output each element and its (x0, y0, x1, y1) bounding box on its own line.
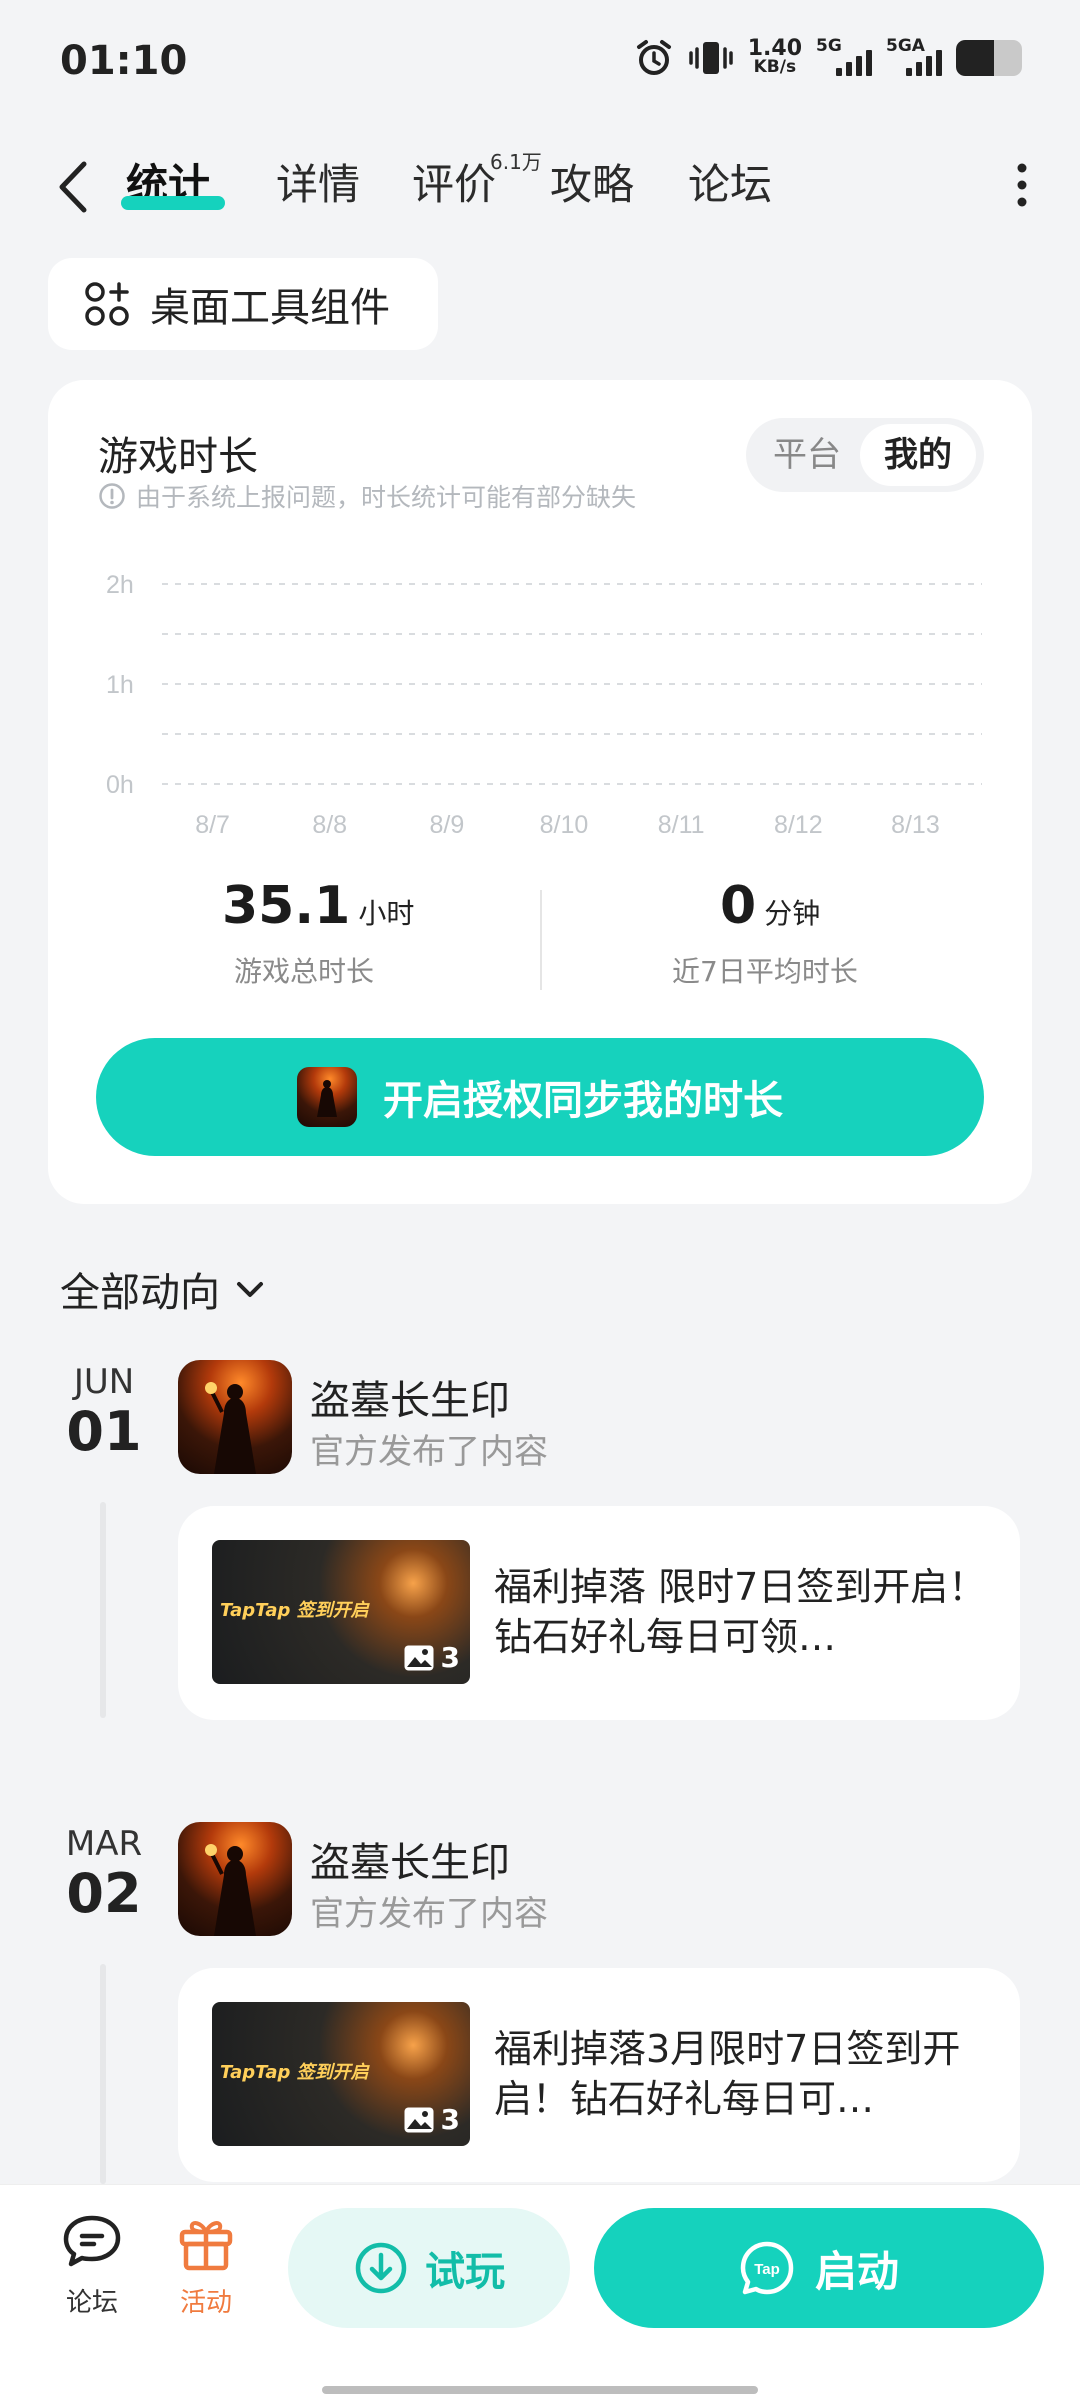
chart-x-tick-label: 8/8 (312, 811, 347, 839)
chart-x-tick-label: 8/13 (891, 811, 940, 839)
chart-y-tick-label: 0h (106, 771, 134, 799)
vibrate-icon (688, 42, 733, 74)
desktop-widget-label: 桌面工具组件 (150, 285, 390, 331)
total-playtime-label: 游戏总时长 (234, 955, 375, 988)
network-speed: 1.40 KB/s (747, 36, 802, 77)
avg-playtime-label: 近7日平均时长 (672, 955, 858, 988)
desktop-widget-button[interactable]: 桌面工具组件 (48, 258, 438, 350)
svg-text:Tap: Tap (754, 2261, 780, 2278)
active-tab-indicator (121, 196, 225, 210)
status-icons: 1.40 KB/s 5G 5GA (634, 36, 1022, 80)
playtime-segment-control: 平台 我的 (746, 418, 984, 492)
sync-playtime-button[interactable]: 开启授权同步我的时长 (96, 1038, 984, 1156)
segment-platform[interactable]: 平台 (754, 424, 860, 486)
chart-x-tick-label: 8/12 (774, 811, 823, 839)
kpi-divider (540, 890, 542, 990)
post-thumbnail: TapTap 签到开启 3 (212, 1540, 470, 1684)
feed-game-name[interactable]: 盗墓长生印 (310, 1830, 510, 1888)
chevron-down-icon (237, 1282, 263, 1297)
chart-x-tick-label: 8/9 (429, 811, 464, 839)
image-icon (404, 2107, 434, 2132)
reviews-count-badge: 6.1万 (490, 150, 542, 174)
timeline-line (100, 1964, 106, 2184)
widget-grid-icon (85, 282, 129, 326)
battery-icon (956, 40, 1022, 76)
post-thumbnail-brand: TapTap 签到开启 (220, 2062, 369, 2083)
download-icon (355, 2242, 407, 2294)
status-time: 01:10 (60, 38, 188, 84)
tab-reviews[interactable]: 评价 (412, 150, 496, 220)
forum-label: 论坛 (65, 2288, 118, 2318)
tab-guides[interactable]: 攻略 (550, 150, 634, 220)
playtime-chart: 2h 1h 0h 8/7 8/8 8/9 8/10 8/11 8/12 8/13 (106, 571, 982, 839)
feed-post-card[interactable]: TapTap 签到开启 3 福利掉落3月限时7日签到开启！钻石好礼每日可… (178, 1968, 1020, 2182)
feed-action: 官方发布了内容 (310, 1432, 548, 1472)
chart-y-tick-label: 2h (106, 571, 134, 599)
playtime-note: 由于系统上报问题，时长统计可能有部分缺失 (98, 478, 636, 514)
playtime-title: 游戏时长 (98, 434, 258, 480)
feed-game-name[interactable]: 盗墓长生印 (310, 1368, 510, 1426)
total-playtime-unit: 小时 (358, 897, 415, 930)
image-count-badge: 3 (403, 2103, 460, 2136)
feed-action: 官方发布了内容 (310, 1894, 548, 1934)
feed-game-icon[interactable] (178, 1360, 292, 1474)
total-playtime: 35.1 小时 (222, 876, 414, 936)
post-thumbnail-brand: TapTap 签到开启 (220, 1600, 369, 1621)
feed-post-card[interactable]: TapTap 签到开启 3 福利掉落 限时7日签到开启！钻石好礼每日可领… (178, 1506, 1020, 1720)
signal-sim1-icon: 5G (816, 36, 872, 80)
launch-label: 启动 (814, 2246, 899, 2296)
try-play-label: 试玩 (425, 2249, 505, 2295)
home-indicator (322, 2386, 758, 2394)
events-button[interactable]: 活动 (156, 2212, 256, 2319)
feed-date-month: MAR (65, 1824, 143, 1864)
avg-playtime-value: 0 (720, 876, 757, 936)
tab-details[interactable]: 详情 (276, 150, 360, 220)
gift-icon (179, 2221, 233, 2271)
activity-filter-label: 全部动向 (60, 1270, 220, 1316)
timeline-line (100, 1502, 106, 1718)
feed-date-day: 02 (66, 1862, 142, 1925)
sync-playtime-label: 开启授权同步我的时长 (383, 1078, 783, 1124)
post-title: 福利掉落 限时7日签到开启！钻石好礼每日可领… (494, 1565, 987, 1659)
feed-date-month: JUN (73, 1362, 135, 1402)
feed-date-day: 01 (66, 1400, 142, 1463)
post-thumbnail: TapTap 签到开启 3 (212, 2002, 470, 2146)
forum-chat-icon (63, 2215, 121, 2267)
tab-forum[interactable]: 论坛 (688, 150, 772, 220)
try-play-button[interactable]: 试玩 (288, 2208, 570, 2328)
image-icon (404, 1645, 434, 1670)
alarm-icon (636, 40, 671, 75)
chart-x-tick-label: 8/11 (658, 811, 705, 839)
image-count-badge: 3 (403, 1641, 460, 1674)
info-icon (99, 483, 125, 509)
chart-x-tick-label: 8/10 (540, 811, 589, 839)
forum-button[interactable]: 论坛 (42, 2212, 142, 2319)
chart-y-tick-label: 1h (106, 671, 134, 699)
chart-x-tick-label: 8/7 (195, 811, 230, 839)
avg-playtime-unit: 分钟 (764, 897, 821, 930)
post-title: 福利掉落3月限时7日签到开启！钻石好礼每日可… (494, 2027, 961, 2121)
segment-mine[interactable]: 我的 (860, 424, 976, 486)
avg-playtime: 0 分钟 (720, 876, 820, 936)
events-label: 活动 (179, 2288, 232, 2318)
more-options-button[interactable] (1004, 160, 1040, 210)
taptap-logo-icon: Tap (740, 2241, 794, 2295)
activity-filter-dropdown[interactable]: 全部动向 (60, 1260, 268, 1318)
feed-game-icon[interactable] (178, 1822, 292, 1936)
total-playtime-value: 35.1 (222, 876, 351, 936)
game-icon (297, 1067, 357, 1127)
signal-sim2-icon: 5GA (886, 36, 942, 80)
launch-button[interactable]: Tap 启动 (594, 2208, 1044, 2328)
